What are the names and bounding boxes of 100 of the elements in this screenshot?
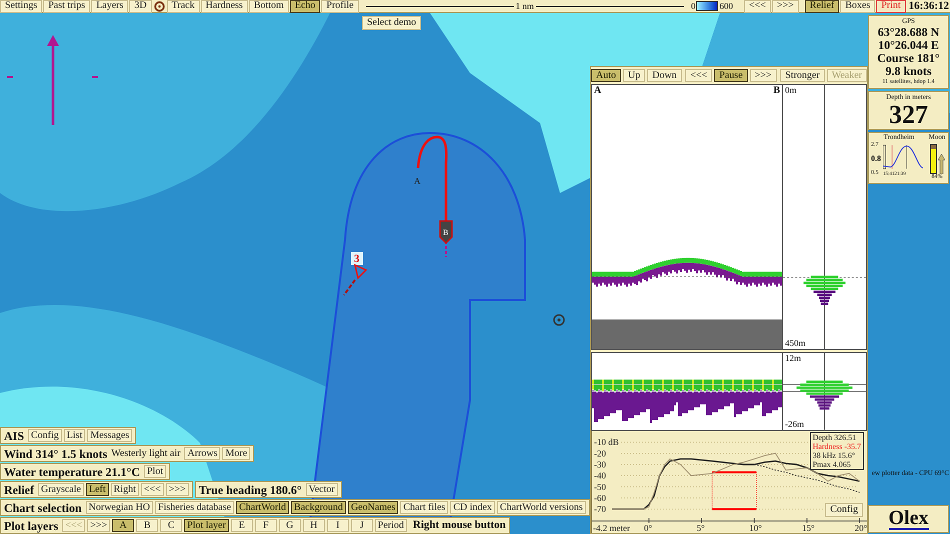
axis-start-label: -4.2 meter [593,523,630,533]
toolbar-button[interactable]: Norwegian HO [86,501,154,514]
toolbar-button[interactable]: Profile [321,0,359,12]
toolbar-button[interactable]: Relief [804,0,840,12]
toolbar-button[interactable]: Pause [714,69,748,82]
profile-info-text: Depth 326.51 [812,433,858,442]
toolbar-button[interactable]: Background [291,501,346,514]
toolbar-button[interactable]: Chart files [400,501,448,514]
toolbar-button[interactable]: ChartWorld versions [496,501,586,514]
panel-title: AIS [4,428,24,444]
toolbar-button[interactable]: Right [110,483,139,496]
clock-text: 16:36:12 [908,0,949,12]
toolbar-button[interactable]: Boxes [840,0,876,12]
toolbar-button[interactable]: Hardness [200,0,248,12]
panel-title: Wind 314° 1.5 knots [4,446,108,462]
toolbar-button[interactable]: Arrows [184,447,220,460]
toolbar-button[interactable]: B [136,519,158,532]
y-tick-label: -60 [594,492,606,503]
target-icon [553,314,565,326]
waypoint-label: 3 [354,253,360,265]
select-demo-button[interactable]: Select demo [362,16,422,30]
x-tick-label: 15° [802,523,815,533]
toolbar-button[interactable]: Plot layer [184,519,229,532]
depth-label: 0m [785,86,797,95]
toolbar-button[interactable]: H [302,519,325,532]
toolbar-button[interactable]: Down [647,69,682,82]
toolbar-button[interactable]: Messages [87,429,132,442]
legend-label: 0 [690,2,696,10]
toolbar-button[interactable]: Echo [290,0,320,12]
toolbar-button[interactable]: Period [374,519,407,532]
track-label: B [443,228,448,237]
y-tick-label: -40 [594,470,606,481]
track-label: A [414,176,420,186]
toolbar-button[interactable]: Settings [0,0,42,12]
label-background [351,252,363,265]
depth-label: 450m [785,339,806,348]
boat-icon [439,220,453,257]
toolbar-button[interactable]: Up [623,69,646,82]
toolbar-button[interactable]: List [64,429,86,442]
toolbar-button[interactable]: CD index [450,501,495,514]
toolbar-button[interactable]: A [112,519,134,532]
toolbar-button[interactable]: Print [876,0,906,12]
tide-curve-drawing [883,143,923,171]
toolbar-button[interactable]: <<< [744,0,771,12]
legend-label: 600 [719,2,733,10]
profile-info-text: Hardness -35.7 [812,442,861,452]
toolbar-button[interactable]: J [350,519,373,532]
toolbar-button[interactable]: Vector [306,483,338,496]
toolbar-button[interactable]: Layers [91,0,128,12]
latitude-text: 63°28.688 N [878,26,940,39]
scale-label: 1 nm [514,2,535,10]
toolbar-button[interactable]: Past trips [43,0,90,12]
toolbar-button[interactable]: Fisheries database [155,501,234,514]
toolbar-button[interactable]: Bottom [248,0,289,12]
y-tick-label: -10 dB [594,437,619,448]
toolbar-button[interactable]: G [278,519,301,532]
panel-title: Chart selection [4,500,82,516]
x-tick-label: 5° [696,523,705,533]
echogram-label: A [594,86,602,96]
toolbar-button[interactable]: <<< [140,483,164,496]
toolbar-button[interactable]: Plot [144,465,166,478]
toolbar-button[interactable]: Grayscale [38,483,84,496]
map-marker [92,76,98,78]
panel-title: Plot layers [4,518,58,534]
tide-current: 0.8 [871,155,882,163]
toolbar-button[interactable]: >>> [166,483,189,496]
depth-value: 327 [889,102,928,128]
profile-info-text: 38 kHz 15.6° [812,451,856,460]
toolbar-button[interactable]: Stronger [780,69,825,82]
profile-info-text: Pmax 4.065 [812,460,852,470]
toolbar-button[interactable]: >>> [772,0,799,12]
hint-text: Right mouse button [412,518,506,534]
toolbar-button[interactable]: >>> [750,69,777,82]
toolbar-button[interactable]: F [254,519,277,532]
toolbar-button[interactable]: Auto [591,69,621,82]
x-tick-label: 20° [854,523,867,533]
y-tick-label: -70 [594,504,606,514]
toolbar-button[interactable]: GeoNames [348,501,398,514]
toolbar-button[interactable]: Config [28,429,62,442]
y-tick-label: -50 [594,482,606,492]
toolbar-button[interactable]: E [230,519,253,532]
config-button[interactable]: Config [825,503,863,518]
toolbar-button[interactable]: 3D [129,0,152,12]
toolbar-button[interactable]: C [160,519,182,532]
target-icon[interactable] [154,0,165,12]
depth-histogram [796,380,852,410]
toolbar-button[interactable]: <<< [685,69,712,82]
depth-color-legend [696,1,718,11]
toolbar-button[interactable]: Track [166,0,200,12]
up-arrow-icon [938,154,944,174]
y-tick-label: -30 [594,460,606,470]
depth-label: 12m [785,354,802,364]
toolbar-button[interactable]: ChartWorld [236,501,290,514]
range-box [712,471,757,510]
toolbar-button[interactable]: >>> [87,519,110,532]
toolbar-button[interactable]: Left [86,483,109,496]
depth-histogram [804,276,846,305]
toolbar-button[interactable]: More [222,447,250,460]
toolbar-button[interactable]: I [326,519,349,532]
waypoint-icon [343,264,368,296]
